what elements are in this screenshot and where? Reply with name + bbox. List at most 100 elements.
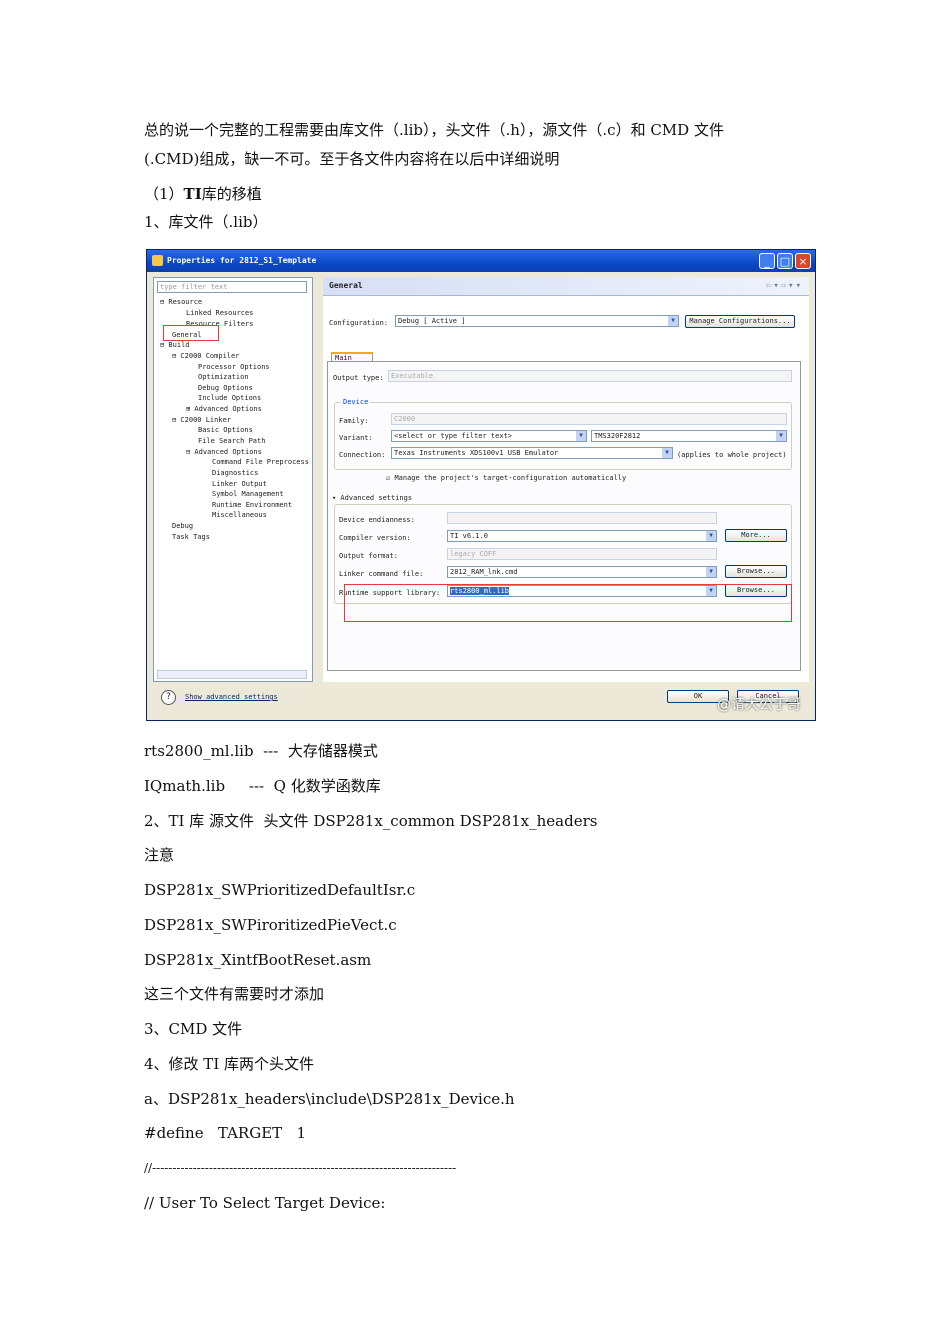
- tree-item[interactable]: Debug Options: [198, 384, 253, 392]
- tree-item[interactable]: Task Tags: [172, 533, 210, 541]
- device-group: Device Family: C2000 Variant: <select or…: [334, 398, 792, 470]
- pane-header: General ⇦▾⇨▾▾: [323, 277, 809, 296]
- more-button[interactable]: More...: [725, 529, 787, 542]
- family-value: C2000: [394, 415, 416, 423]
- show-advanced-link[interactable]: Show advanced settings: [185, 693, 278, 701]
- maximize-icon[interactable]: □: [777, 253, 793, 269]
- chevron-down-icon: ▼: [662, 448, 672, 458]
- variant-filter-value: <select or type filter text>: [394, 432, 513, 440]
- tree-scrollbar[interactable]: [157, 670, 307, 679]
- highlight-general: [163, 325, 219, 341]
- text-line: // User To Select Target Device:: [144, 1194, 386, 1212]
- linker-value: 2812_RAM_lnk.cmd: [450, 568, 518, 576]
- chevron-down-icon: ▼: [706, 567, 716, 577]
- output-type-value: Executable: [391, 372, 434, 380]
- connection-select[interactable]: Texas Instruments XDS100v1 USB Emulator ▼: [391, 447, 673, 459]
- section-rest: 库的移植: [201, 185, 262, 203]
- main-tab-panel: Output type: Executable Device Family: C…: [327, 361, 801, 671]
- family-select: C2000: [391, 413, 787, 425]
- dialog-title: Properties for 2812_S1_Template: [167, 256, 317, 265]
- tree-item[interactable]: Debug: [172, 522, 193, 530]
- output-type-select: Executable: [388, 370, 792, 382]
- compiler-value: TI v6.1.0: [450, 532, 488, 540]
- text-line: a、DSP281x_headers\include\DSP281x_Device…: [144, 1090, 515, 1108]
- manage-configurations-button[interactable]: Manage Configurations...: [685, 315, 795, 328]
- tree-item[interactable]: Miscellaneous: [212, 511, 267, 519]
- item-lib-heading: 1、库文件（.lib）: [144, 213, 268, 231]
- tree-item[interactable]: Runtime Environment: [212, 501, 292, 509]
- app-icon: [152, 255, 163, 266]
- chevron-down-icon: ▼: [576, 431, 586, 441]
- section-heading: （1）TI库的移植: [144, 185, 262, 203]
- connection-value: Texas Instruments XDS100v1 USB Emulator: [394, 449, 559, 457]
- variant-select[interactable]: TMS320F2812 ▼: [591, 430, 787, 442]
- tree-item[interactable]: ⊟ Advanced Options: [186, 448, 262, 456]
- tree-item[interactable]: ⊟ C2000 Linker: [172, 416, 231, 424]
- intro-line-2: (.CMD)组成，缺一不可。至于各文件内容将在以后中详细说明: [144, 150, 560, 168]
- tree-item[interactable]: Diagnostics: [212, 469, 258, 477]
- output-format-label: Output format:: [339, 552, 399, 560]
- text-line: rts2800_ml.lib --- 大存储器模式: [144, 742, 378, 760]
- text-line: //--------------------------------------…: [144, 1161, 457, 1175]
- manage-target-checkbox[interactable]: ☑ Manage the project's target-configurat…: [386, 474, 626, 482]
- tree-item[interactable]: Symbol Management: [212, 490, 284, 498]
- config-label: Configuration:: [329, 319, 389, 327]
- config-select[interactable]: Debug [ Active ] ▼: [395, 315, 679, 327]
- section-bold: TI: [183, 185, 202, 203]
- output-format-value: legacy COFF: [450, 550, 497, 558]
- highlight-runtime-library: [344, 584, 792, 622]
- connection-label: Connection:: [339, 451, 386, 459]
- chevron-down-icon: ▼: [776, 431, 786, 441]
- endianness-label: Device endianness:: [339, 516, 415, 524]
- tree-item[interactable]: Linked Resources: [186, 309, 253, 317]
- dialog-titlebar: Properties for 2812_S1_Template _ □ ×: [147, 250, 815, 272]
- text-line: 3、CMD 文件: [144, 1020, 243, 1038]
- variant-filter-select[interactable]: <select or type filter text> ▼: [391, 430, 587, 442]
- text-line: DSP281x_SWPrioritizedDefaultIsr.c: [144, 881, 416, 899]
- chevron-down-icon: ▼: [706, 531, 716, 541]
- filter-input[interactable]: type filter text: [157, 281, 307, 293]
- section-prefix: （1）: [144, 185, 184, 203]
- chevron-down-icon: ▼: [668, 316, 678, 326]
- dialog-footer: ? Show advanced settings OK Cancel @请大公于…: [147, 682, 815, 720]
- tree-item[interactable]: File Search Path: [198, 437, 265, 445]
- text-line: 4、修改 TI 库两个头文件: [144, 1055, 315, 1073]
- family-label: Family:: [339, 417, 369, 425]
- text-line: IQmath.lib --- Q 化数学函数库: [144, 777, 381, 795]
- properties-dialog-screenshot: Properties for 2812_S1_Template _ □ × ty…: [146, 249, 816, 721]
- compiler-select[interactable]: TI v6.1.0 ▼: [447, 530, 717, 542]
- linker-label: Linker command file:: [339, 570, 424, 578]
- output-type-label: Output type:: [333, 374, 384, 382]
- pane-title: General: [329, 281, 363, 290]
- text-line: DSP281x_SWPiroritizedPieVect.c: [144, 916, 397, 934]
- tree-item[interactable]: ⊟ Build: [160, 341, 190, 349]
- linker-browse-button[interactable]: Browse...: [725, 565, 787, 578]
- tree-item[interactable]: Optimization: [198, 373, 249, 381]
- tree-item[interactable]: Include Options: [198, 394, 261, 402]
- compiler-label: Compiler version:: [339, 534, 411, 542]
- endianness-select: [447, 512, 717, 524]
- connection-note: (applies to whole project): [677, 451, 787, 459]
- watermark: @请大公于哥: [717, 697, 801, 713]
- tree-item[interactable]: ⊞ Advanced Options: [186, 405, 262, 413]
- text-line: 注意: [144, 846, 175, 864]
- nav-arrows-icon[interactable]: ⇦▾⇨▾▾: [766, 281, 803, 291]
- close-icon[interactable]: ×: [795, 253, 811, 269]
- tree-item[interactable]: Linker Output: [212, 480, 267, 488]
- tree-item[interactable]: ⊟ Resource: [160, 298, 202, 306]
- config-value: Debug [ Active ]: [398, 317, 466, 325]
- variant-value: TMS320F2812: [594, 432, 641, 440]
- text-line: DSP281x_XintfBootReset.asm: [144, 951, 372, 969]
- tree-item[interactable]: Command File Preprocess: [212, 458, 309, 466]
- intro-line-1: 总的说一个完整的工程需要由库文件（.lib），头文件（.h），源文件（.c）和 …: [144, 121, 724, 139]
- linker-select[interactable]: 2812_RAM_lnk.cmd ▼: [447, 566, 717, 578]
- tree-item[interactable]: ⊟ C2000 Compiler: [172, 352, 239, 360]
- tree-item[interactable]: Processor Options: [198, 363, 270, 371]
- advanced-settings-toggle[interactable]: ▾ Advanced settings: [332, 494, 412, 502]
- tree-item[interactable]: Basic Options: [198, 426, 253, 434]
- variant-label: Variant:: [339, 434, 373, 442]
- minimize-icon[interactable]: _: [759, 253, 775, 269]
- device-group-title: Device: [341, 398, 371, 406]
- text-line: #define TARGET 1: [144, 1124, 306, 1142]
- help-icon[interactable]: ?: [161, 690, 176, 705]
